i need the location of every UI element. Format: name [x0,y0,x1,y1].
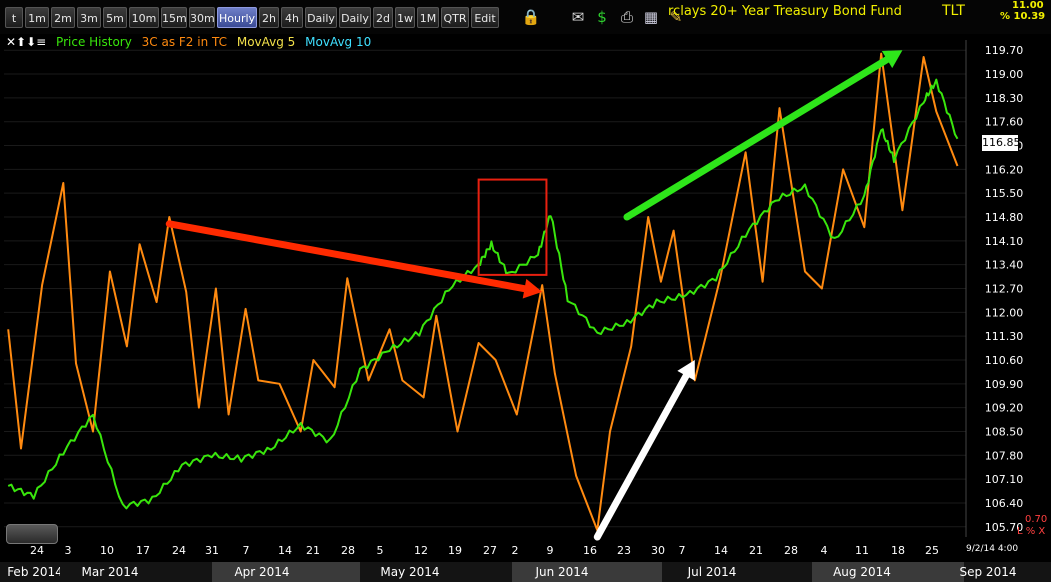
date-tick-label: 4 [821,544,828,557]
date-tick-label: 14 [714,544,728,557]
timeframe-button-2m[interactable]: 2m [51,7,75,28]
timeframe-button-5m[interactable]: 5m [103,7,127,28]
email-icon[interactable]: ✉ [568,6,588,28]
date-tick-label: 7 [243,544,250,557]
timeframe-button-30m[interactable]: 30m [189,7,215,28]
month-label: Aug 2014 [833,565,891,579]
timeframe-button-10m[interactable]: 10m [129,7,159,28]
month-label: Jul 2014 [687,565,737,579]
date-tick-label: 28 [341,544,355,557]
chart-legend: ✕⬆⬇≡ Price History 3C as F2 in TC MovAvg… [6,35,377,51]
legend-icons[interactable]: ✕⬆⬇≡ [6,35,46,49]
legend-movavg-10[interactable]: MovAvg 10 [305,35,371,49]
timeframe-button-4h[interactable]: 4h [281,7,303,28]
timeframe-button-2h[interactable]: 2h [259,7,279,28]
price-axis-label: 116.20 [985,163,1024,176]
change-value: 11.00 [1012,0,1044,11]
date-tick-label: 17 [136,544,150,557]
timeframe-button-qtr[interactable]: QTR [441,7,469,28]
date-tick-label: 19 [448,544,462,557]
print-icon[interactable]: ⎙ [617,6,637,28]
price-axis-label: 110.60 [985,354,1024,367]
date-tick-label: 9 [547,544,554,557]
chart-scroll-handle[interactable] [6,524,58,544]
price-axis-label: 114.10 [985,235,1024,248]
month-label: Feb 2014 [7,565,63,579]
month-label: May 2014 [380,565,439,579]
timeframe-button-15m[interactable]: 15m [161,7,187,28]
date-tick-label: 10 [100,544,114,557]
month-band [662,562,812,582]
timeframe-button-hourly[interactable]: Hourly [217,7,257,28]
legend-3c-oscillator[interactable]: 3C as F2 in TC [142,35,227,49]
price-axis-label: 111.30 [985,330,1024,343]
dollar-icon[interactable]: $ [592,6,612,28]
price-axis-label: 117.60 [985,116,1024,129]
timeframe-button-1m[interactable]: 1M [417,7,439,28]
price-axis-label: 119.70 [985,44,1024,57]
timeframe-button-daily[interactable]: Daily [339,7,371,28]
price-axis-label: 113.40 [985,259,1024,272]
timeframe-button-2d[interactable]: 2d [373,7,393,28]
small-scale-value: 0.70 [1025,514,1048,525]
date-tick-label: 31 [205,544,219,557]
scale-mode-toggle[interactable]: L % X [1017,526,1045,537]
ticker-symbol[interactable]: TLT [942,3,965,19]
last-bar-timestamp: 9/2/14 4:00 [966,544,1019,554]
price-axis-label: 118.30 [985,92,1024,105]
date-tick-label: 18 [891,544,905,557]
date-tick-label: 5 [377,544,384,557]
price-axis-label: 108.50 [985,425,1024,438]
date-tick-label: 7 [679,544,686,557]
date-tick-label: 27 [483,544,497,557]
date-tick-label: 2 [512,544,519,557]
date-tick-label: 11 [855,544,869,557]
timeframe-button-t[interactable]: t [5,7,23,28]
date-tick-label: 24 [172,544,186,557]
price-axis-label: 119.00 [985,68,1024,81]
timeframe-button-daily[interactable]: Daily [305,7,337,28]
timeframe-button-1w[interactable]: 1w [395,7,415,28]
month-label: Mar 2014 [82,565,139,579]
date-tick-label: 16 [583,544,597,557]
date-tick-label: 12 [414,544,428,557]
month-label: Sep 2014 [960,565,1017,579]
price-axis-label: 107.80 [985,449,1024,462]
date-tick-label: 14 [278,544,292,557]
legend-movavg-5[interactable]: MovAvg 5 [237,35,295,49]
date-tick-label: 25 [925,544,939,557]
price-axis-label: 112.00 [985,306,1024,319]
month-label: Jun 2014 [534,565,588,579]
price-chart[interactable]: 119.70119.00118.30117.60116.90116.20115.… [0,34,1051,582]
date-tick-label: 23 [617,544,631,557]
security-title: rclays 20+ Year Treasury Bond Fund [668,4,902,19]
change-percent: % 10.39 [1000,11,1046,22]
price-axis-label: 112.70 [985,283,1024,296]
timeframe-button-1m[interactable]: 1m [25,7,49,28]
timeframe-button-edit[interactable]: Edit [471,7,499,28]
lock-icon[interactable]: 🔒 [521,6,541,28]
date-tick-label: 30 [651,544,665,557]
date-tick-label: 24 [30,544,44,557]
date-tick-label: 3 [65,544,72,557]
date-tick-label: 28 [784,544,798,557]
calculator-icon[interactable]: ▦ [641,6,661,28]
current-price-label: 116.85 [981,134,1021,152]
price-axis-label: 106.40 [985,497,1024,510]
legend-price-history[interactable]: Price History [56,35,132,49]
price-axis-label: 115.50 [985,187,1024,200]
price-axis-label: 109.90 [985,378,1024,391]
timeframe-button-3m[interactable]: 3m [77,7,101,28]
month-label: Apr 2014 [234,565,289,579]
price-axis-label: 114.80 [985,211,1024,224]
price-axis-label: 109.20 [985,402,1024,415]
date-tick-label: 21 [749,544,763,557]
date-tick-label: 21 [306,544,320,557]
price-axis-label: 107.10 [985,473,1024,486]
